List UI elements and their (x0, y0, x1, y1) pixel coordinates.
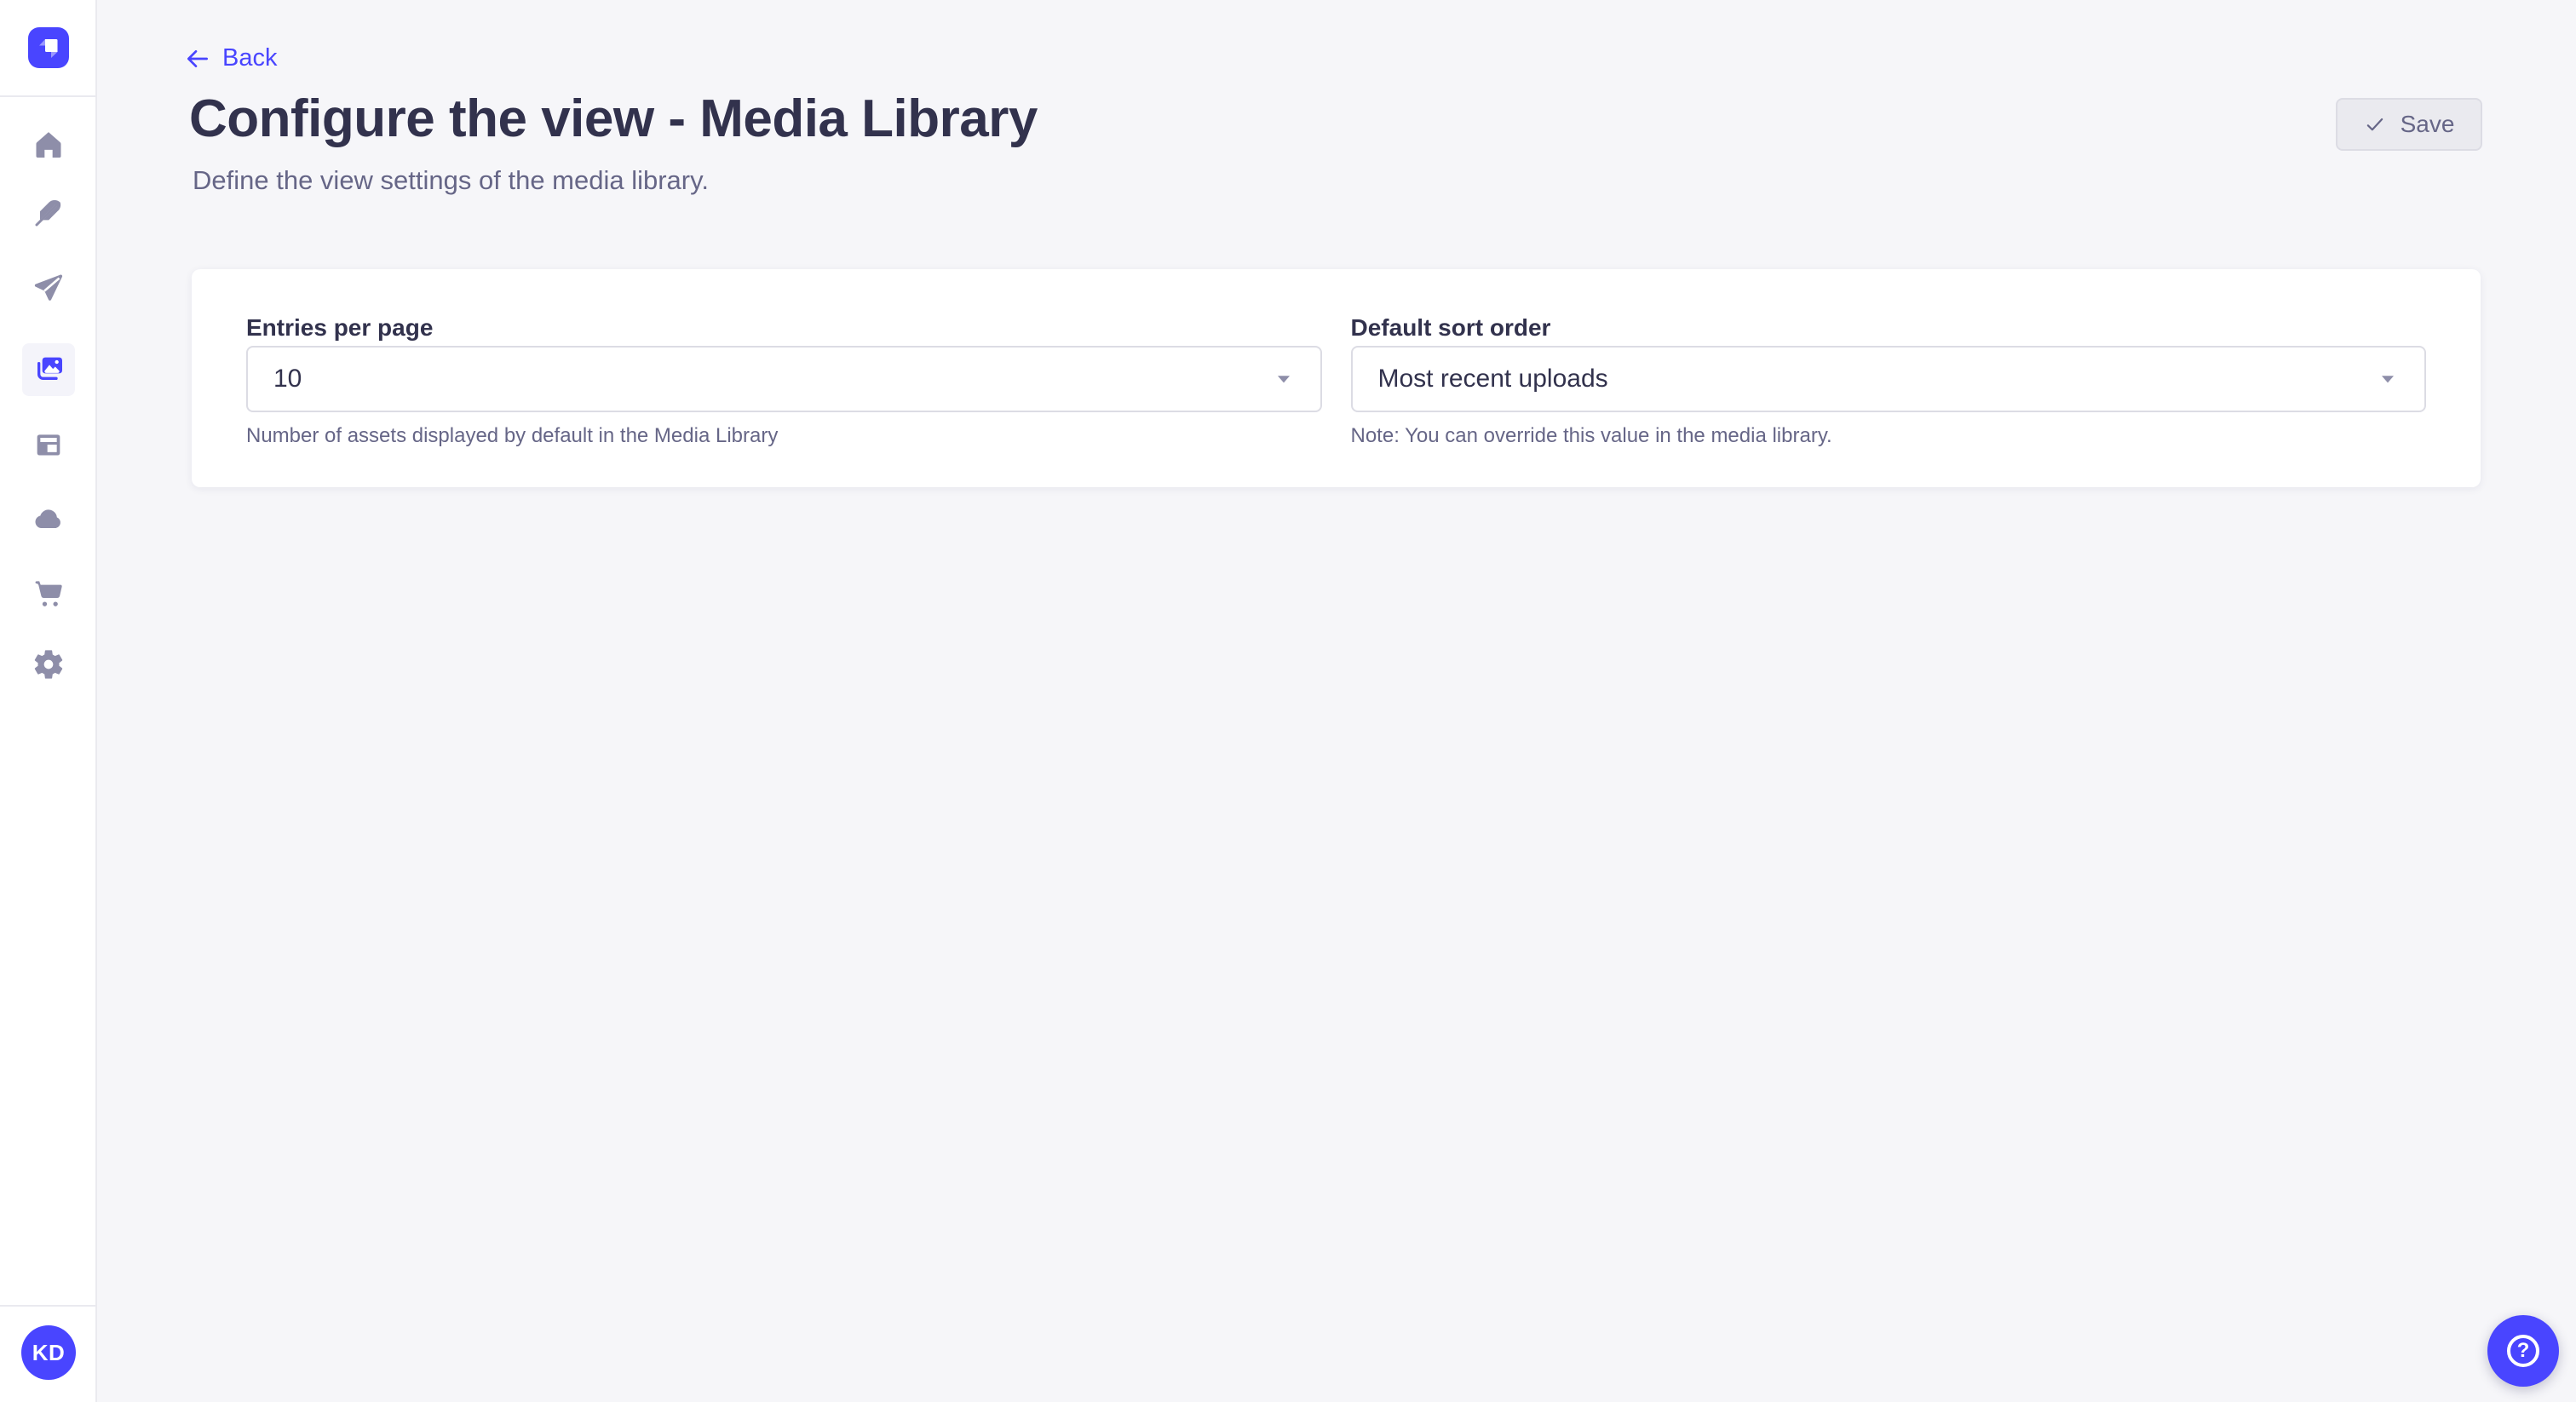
entries-per-page-field: Entries per page 10 Number of assets dis… (246, 315, 1322, 448)
paper-plane-icon (32, 273, 66, 307)
media-library-icon (32, 353, 66, 387)
sidebar-item-cloud[interactable] (22, 492, 75, 545)
gear-icon (32, 647, 66, 681)
entries-per-page-value: 10 (273, 365, 302, 394)
sidebar: KD (0, 0, 97, 1402)
default-sort-order-select[interactable]: Most recent uploads (1351, 346, 2427, 412)
sidebar-item-releases[interactable] (22, 263, 75, 316)
default-sort-order-value: Most recent uploads (1378, 365, 1608, 394)
question-mark-icon: ? (2507, 1335, 2539, 1367)
feather-icon (32, 196, 66, 230)
user-avatar[interactable]: KD (21, 1325, 76, 1380)
sidebar-item-media-library[interactable] (22, 343, 75, 396)
home-icon (32, 128, 66, 162)
page-subtitle: Define the view settings of the media li… (193, 165, 709, 196)
cart-icon (32, 577, 66, 611)
entries-per-page-label: Entries per page (246, 315, 1322, 341)
save-button[interactable]: Save (2336, 98, 2482, 151)
view-settings-card: Entries per page 10 Number of assets dis… (192, 269, 2481, 487)
help-button[interactable]: ? (2487, 1315, 2559, 1387)
layout-icon (32, 428, 66, 462)
chevron-down-icon (2377, 368, 2399, 390)
sidebar-item-home[interactable] (22, 118, 75, 171)
check-icon (2364, 113, 2386, 135)
default-sort-order-hint: Note: You can override this value in the… (1351, 424, 2427, 448)
sidebar-divider (0, 1305, 95, 1307)
sidebar-item-content-type-builder[interactable] (22, 418, 75, 471)
page-title: Configure the view - Media Library (189, 89, 1038, 149)
back-link[interactable]: Back (184, 44, 277, 72)
sidebar-item-settings[interactable] (22, 638, 75, 691)
arrow-left-icon (184, 45, 211, 72)
sidebar-item-marketplace[interactable] (22, 567, 75, 620)
app-logo[interactable] (28, 27, 69, 68)
chevron-down-icon (1273, 368, 1295, 390)
default-sort-order-field: Default sort order Most recent uploads N… (1351, 315, 2427, 448)
default-sort-order-label: Default sort order (1351, 315, 2427, 341)
save-label: Save (2401, 111, 2455, 138)
strapi-logo-icon (28, 27, 69, 68)
entries-per-page-hint: Number of assets displayed by default in… (246, 424, 1322, 448)
sidebar-item-content-manager[interactable] (22, 187, 75, 239)
sidebar-divider (0, 95, 95, 97)
cloud-icon (32, 502, 66, 536)
back-label: Back (222, 44, 277, 72)
entries-per-page-select[interactable]: 10 (246, 346, 1322, 412)
